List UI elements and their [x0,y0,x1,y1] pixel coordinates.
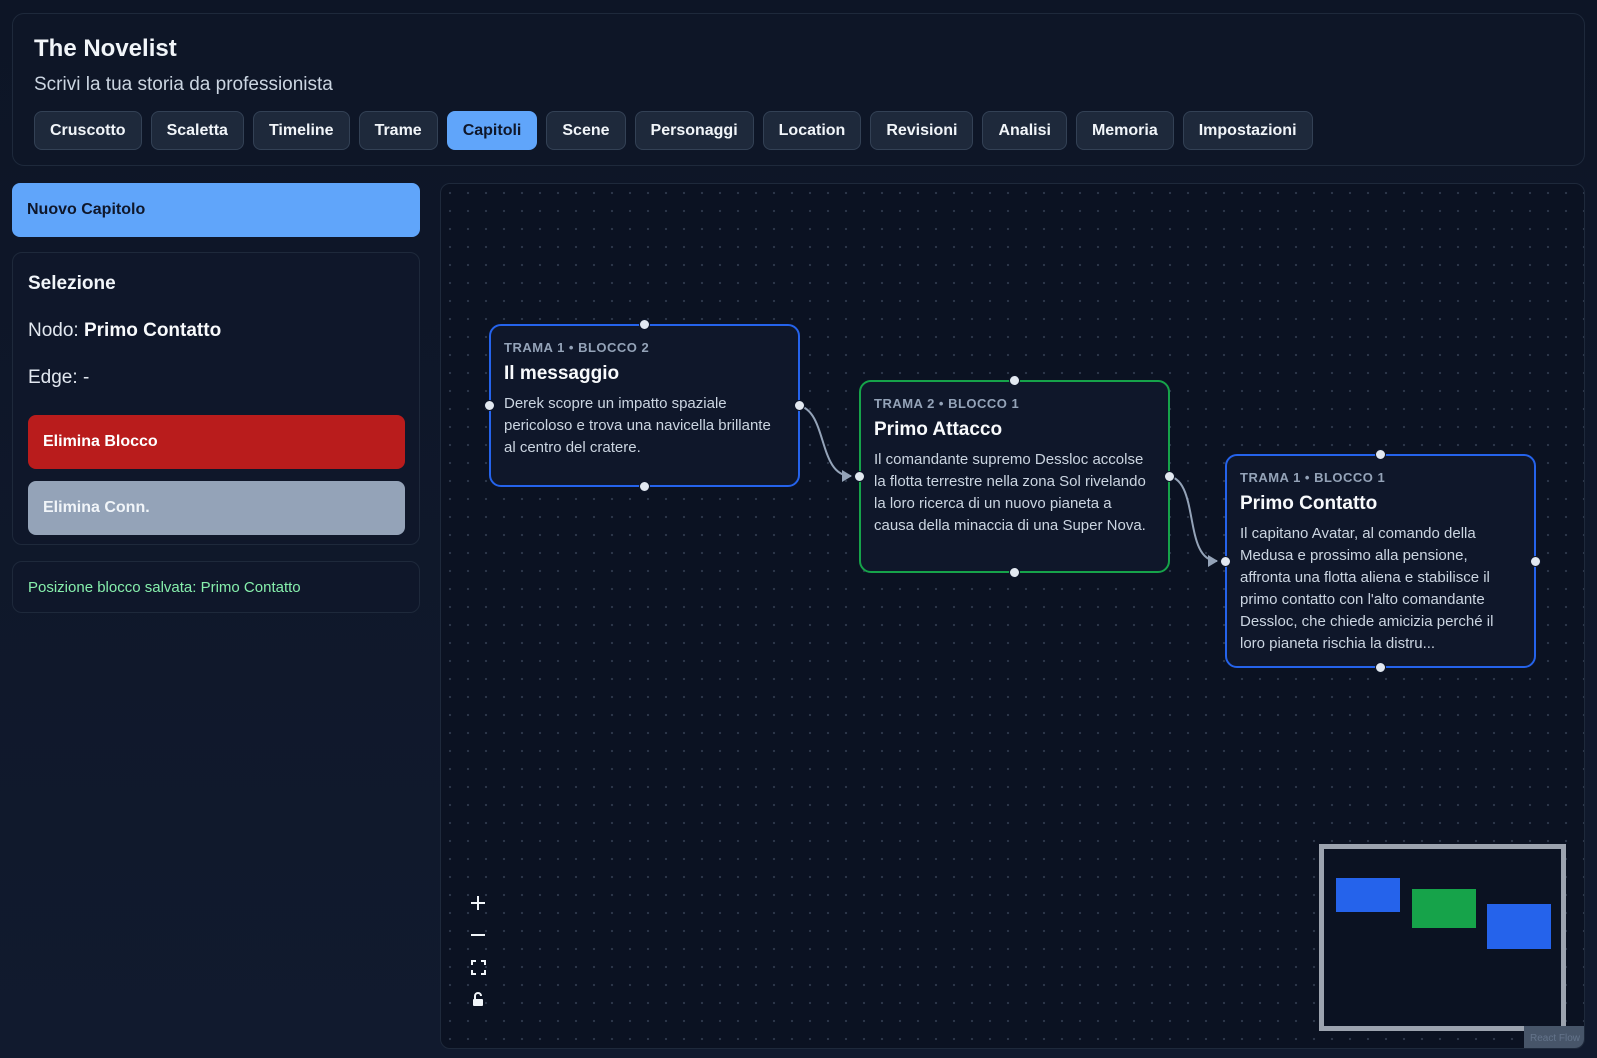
tab-location[interactable]: Location [762,111,862,150]
tab-revisioni[interactable]: Revisioni [870,111,974,150]
flow-canvas[interactable]: TRAMA 1 • BLOCCO 2 Il messaggio Derek sc… [440,183,1585,1049]
selection-panel: Selezione Nodo: Primo Contatto Edge: - E… [12,252,420,545]
handle-left[interactable] [484,400,495,411]
node-description: Derek scopre un impatto spaziale pericol… [504,395,771,456]
app-subtitle: Scrivi la tua storia da professionista [34,74,333,95]
lock-icon[interactable] [461,983,495,1015]
minimap-node [1336,878,1400,912]
app-title: The Novelist [34,35,177,62]
tab-impostazioni[interactable]: Impostazioni [1182,111,1313,150]
handle-bottom[interactable] [1009,567,1020,578]
node-primo-contatto[interactable]: TRAMA 1 • BLOCCO 1 Primo Contatto Il cap… [1220,449,1541,673]
zoom-out-icon[interactable] [461,919,495,951]
handle-left[interactable] [854,471,865,482]
node-tag: TRAMA 2 • BLOCCO 1 [874,396,1020,411]
tab-scene[interactable]: Scene [546,111,626,150]
tab-capitoli[interactable]: Capitoli [446,111,538,150]
minimap-node [1487,904,1551,949]
node-tag: TRAMA 1 • BLOCCO 2 [504,340,650,355]
handle-left[interactable] [1220,556,1231,567]
flow-controls [461,887,495,1015]
delete-connection-button[interactable]: Elimina Conn. [28,481,405,535]
selected-edge-info: Edge: - [28,367,89,389]
minimap-node [1412,889,1476,928]
edge-label: Edge: [28,367,78,388]
node-title: Primo Contatto [1240,493,1378,514]
node-title: Il messaggio [504,363,620,384]
node-il-messaggio[interactable]: TRAMA 1 • BLOCCO 2 Il messaggio Derek sc… [484,319,805,492]
selected-node-info: Nodo: Primo Contatto [28,320,221,342]
edge-messaggio-to-attacco[interactable] [793,404,852,482]
handle-top[interactable] [1375,449,1386,460]
delete-block-button[interactable]: Elimina Blocco [28,415,405,469]
handle-top[interactable] [1009,375,1020,386]
node-primo-attacco[interactable]: TRAMA 2 • BLOCCO 1 Primo Attacco Il coma… [854,375,1175,578]
node-title: Primo Attacco [874,419,1003,440]
fit-view-icon[interactable] [461,951,495,983]
tab-memoria[interactable]: Memoria [1075,111,1174,150]
node-tag: TRAMA 1 • BLOCCO 1 [1240,470,1386,485]
zoom-in-icon[interactable] [461,887,495,919]
edge-attacco-to-contatto[interactable] [1165,475,1218,567]
tab-bar: Cruscotto Scaletta Timeline Trame Capito… [34,111,1313,150]
node-value: Primo Contatto [83,320,222,341]
app-header: The Novelist Scrivi la tua storia da pro… [12,13,1585,166]
node-description: Il capitano Avatar, al comando della Med… [1240,525,1494,652]
edge-value: - [82,367,90,388]
new-chapter-button[interactable]: Nuovo Capitolo [12,183,420,237]
handle-top[interactable] [639,319,650,330]
selection-title: Selezione [28,273,116,294]
handle-bottom[interactable] [1375,662,1386,673]
status-message: Posizione blocco salvata: Primo Contatto [12,561,420,613]
node-description: Il comandante supremo Dessloc accolse la… [874,451,1146,534]
attribution-link[interactable]: React Flow [1524,1026,1584,1048]
handle-bottom[interactable] [639,481,650,492]
handle-right[interactable] [1530,556,1541,567]
tab-analisi[interactable]: Analisi [982,111,1067,150]
minimap[interactable] [1319,844,1566,1031]
tab-cruscotto[interactable]: Cruscotto [34,111,142,150]
tab-scaletta[interactable]: Scaletta [150,111,244,150]
node-label: Nodo: [28,320,79,341]
handle-right[interactable] [1164,471,1175,482]
tab-timeline[interactable]: Timeline [252,111,350,150]
tab-trame[interactable]: Trame [358,111,438,150]
tab-personaggi[interactable]: Personaggi [634,111,754,150]
handle-right[interactable] [794,400,805,411]
